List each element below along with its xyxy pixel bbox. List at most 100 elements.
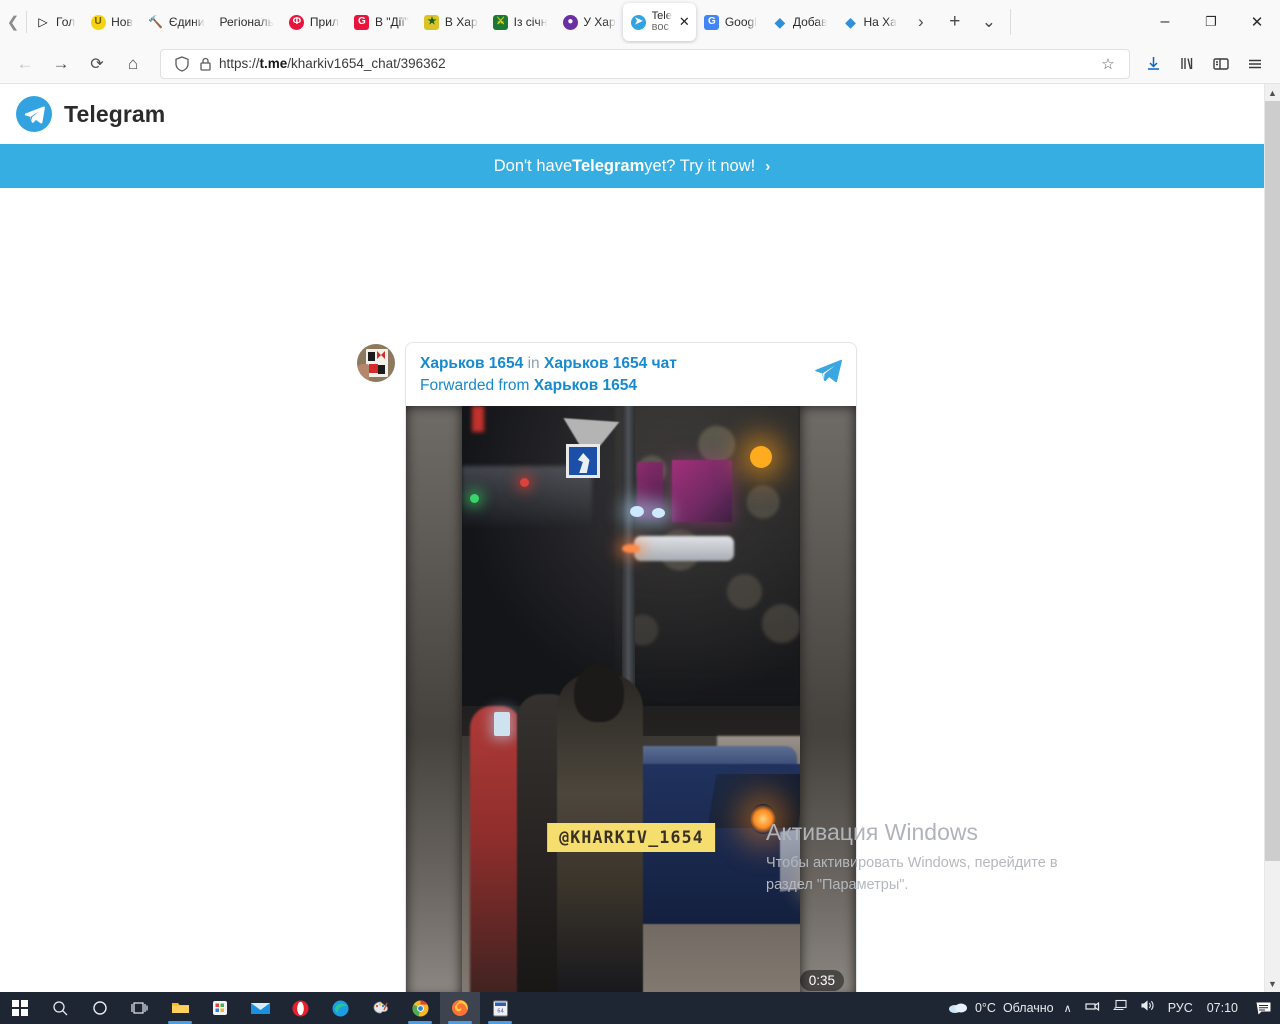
shield-icon[interactable] [169, 55, 195, 72]
cortana-icon[interactable] [80, 992, 120, 1024]
task-view-icon[interactable] [120, 992, 160, 1024]
browser-tab-0[interactable]: ▷ Гол [27, 0, 82, 44]
post-author[interactable]: Харьков 1654 [420, 355, 523, 372]
play-icon: ▷ [38, 15, 48, 29]
address-bar[interactable]: https://t.me/kharkiv1654_chat/396362 ☆ [160, 48, 1130, 79]
forwarded-prefix: Forwarded from [420, 377, 530, 394]
post-in-word: in [527, 355, 540, 372]
post-chat-name[interactable]: Харьков 1654 чат [544, 355, 677, 372]
tab-label: Регіональ [219, 15, 274, 29]
page-content: Telegram Don't have Telegram yet? Try it… [0, 84, 1264, 992]
volume-icon[interactable] [1140, 999, 1156, 1017]
browser-tab-strip: ❮ ▷ Гол U Нов 🔨 Єдини Регіональ Ф Прил G… [0, 0, 1280, 44]
page-title: Telegram [64, 100, 166, 127]
edge-icon[interactable] [320, 992, 360, 1024]
tab-label: На Ха [863, 15, 897, 29]
scrollbar-track[interactable] [1265, 101, 1280, 975]
notifications-icon[interactable] [1252, 1001, 1274, 1016]
browser-tab-5[interactable]: G В "Дії" [346, 0, 416, 44]
browser-navigation-bar: ← → ⟳ ⌂ https://t.me/kharkiv1654_chat/39… [0, 44, 1280, 84]
url-text: https://t.me/kharkiv1654_chat/396362 [219, 56, 446, 71]
post-video[interactable]: @KHARKIV_1654 0:35 [406, 406, 856, 992]
lock-icon[interactable] [195, 57, 215, 71]
browser-tab-4[interactable]: Ф Прил [281, 0, 346, 44]
post-bubble: Харьков 1654 in Харьков 1654 чат Forward… [405, 342, 857, 992]
crest-icon: ★ [424, 14, 440, 30]
calculator-icon[interactable]: 64 [480, 992, 520, 1024]
diamond-icon: ◆ [845, 14, 856, 30]
tray-icons: ∧ [1064, 999, 1156, 1017]
close-icon[interactable]: ✕ [677, 14, 692, 30]
window-controls-separator [1009, 9, 1011, 35]
svg-text:64: 64 [497, 1008, 504, 1014]
chrome-icon[interactable] [400, 992, 440, 1024]
telegram-page-header: Telegram [0, 84, 1264, 144]
browser-tab-active-telegram[interactable]: ➤ Tele вос ✕ [622, 3, 696, 41]
telegram-post-area: Харьков 1654 in Харьков 1654 чат Forward… [0, 188, 1264, 992]
post-row: Харьков 1654 in Харьков 1654 чат Forward… [357, 342, 857, 992]
close-button[interactable]: ✕ [1234, 0, 1280, 44]
application-menu-icon[interactable] [1238, 48, 1272, 80]
weather-widget[interactable]: 0°C Облачно [948, 1000, 1054, 1017]
video-watermark: @KHARKIV_1654 [547, 823, 715, 852]
minimize-button[interactable]: – [1142, 0, 1188, 44]
search-icon[interactable] [40, 992, 80, 1024]
reload-button[interactable]: ⟳ [80, 48, 114, 80]
cloud-icon [948, 1000, 968, 1017]
back-button[interactable]: ← [8, 48, 42, 80]
weather-temp: 0°C [974, 1001, 996, 1015]
list-all-tabs-button[interactable]: ⌄ [972, 5, 1006, 39]
banner-text-pre: Don't have [493, 156, 573, 175]
telegram-logo-icon [16, 96, 52, 132]
browser-tab-10[interactable]: G Googl [696, 0, 764, 44]
tab-label: Гол [56, 15, 76, 29]
clock[interactable]: 07:10 [1207, 1001, 1238, 1015]
scroll-down-arrow-icon[interactable]: ▼ [1265, 975, 1280, 992]
scrollbar-thumb[interactable] [1265, 101, 1280, 861]
mail-icon[interactable] [240, 992, 280, 1024]
coin-icon: U [90, 14, 106, 30]
onedrive-icon[interactable] [1084, 999, 1100, 1017]
install-telegram-banner[interactable]: Don't have Telegram yet? Try it now! › [0, 144, 1264, 188]
show-hidden-icons-chevron[interactable]: ∧ [1064, 1002, 1072, 1015]
scroll-tabs-left-button[interactable]: ❮ [0, 0, 26, 44]
browser-tab-12[interactable]: ◆ На Ха [834, 0, 903, 44]
paint-icon[interactable] [360, 992, 400, 1024]
tab-label: У Хар [583, 15, 616, 29]
page-scrollbar[interactable]: ▲ ▼ [1264, 84, 1280, 992]
language-indicator[interactable]: РУС [1168, 1001, 1193, 1015]
opera-icon[interactable] [280, 992, 320, 1024]
library-icon[interactable] [1170, 48, 1204, 80]
downloads-icon[interactable] [1136, 48, 1170, 80]
browser-tab-11[interactable]: ◆ Добав [764, 0, 835, 44]
forward-button[interactable]: → [44, 48, 78, 80]
f-icon: Ф [289, 14, 305, 30]
new-tab-button[interactable]: + [938, 5, 972, 39]
bookmark-star-icon[interactable]: ☆ [1095, 55, 1121, 73]
start-button[interactable] [0, 992, 40, 1024]
browser-tab-3[interactable]: Регіональ [212, 0, 281, 44]
maximize-button[interactable]: ❐ [1188, 0, 1234, 44]
windows-taskbar: 64 0°C Облачно ∧ РУС 07:10 [0, 992, 1280, 1024]
browser-tab-8[interactable]: ● У Хар [554, 0, 622, 44]
firefox-icon[interactable] [440, 992, 480, 1024]
gavel-icon: 🔨 [148, 15, 164, 29]
scroll-tabs-right-button[interactable]: › [904, 5, 938, 39]
scroll-up-arrow-icon[interactable]: ▲ [1265, 84, 1280, 101]
browser-tab-6[interactable]: ★ В Хар [416, 0, 485, 44]
tab-strip-tools: › + ⌄ [904, 0, 1006, 44]
browser-tab-7[interactable]: ⚔ Із січн [485, 0, 555, 44]
file-explorer-icon[interactable] [160, 992, 200, 1024]
browser-tab-2[interactable]: 🔨 Єдини [140, 0, 212, 44]
post-forwarded-line: Forwarded from Харьков 1654 [420, 375, 842, 396]
video-blur-right [800, 406, 856, 992]
microsoft-store-icon[interactable] [200, 992, 240, 1024]
network-icon[interactable] [1112, 999, 1128, 1017]
sidebar-icon[interactable] [1204, 48, 1238, 80]
forwarded-source[interactable]: Харьков 1654 [534, 377, 637, 394]
browser-tab-1[interactable]: U Нов [82, 0, 140, 44]
post-origin-line: Харьков 1654 in Харьков 1654 чат [420, 354, 842, 374]
tab-label: Єдини [168, 15, 205, 29]
home-button[interactable]: ⌂ [116, 48, 150, 80]
telegram-icon: ➤ [631, 14, 647, 30]
